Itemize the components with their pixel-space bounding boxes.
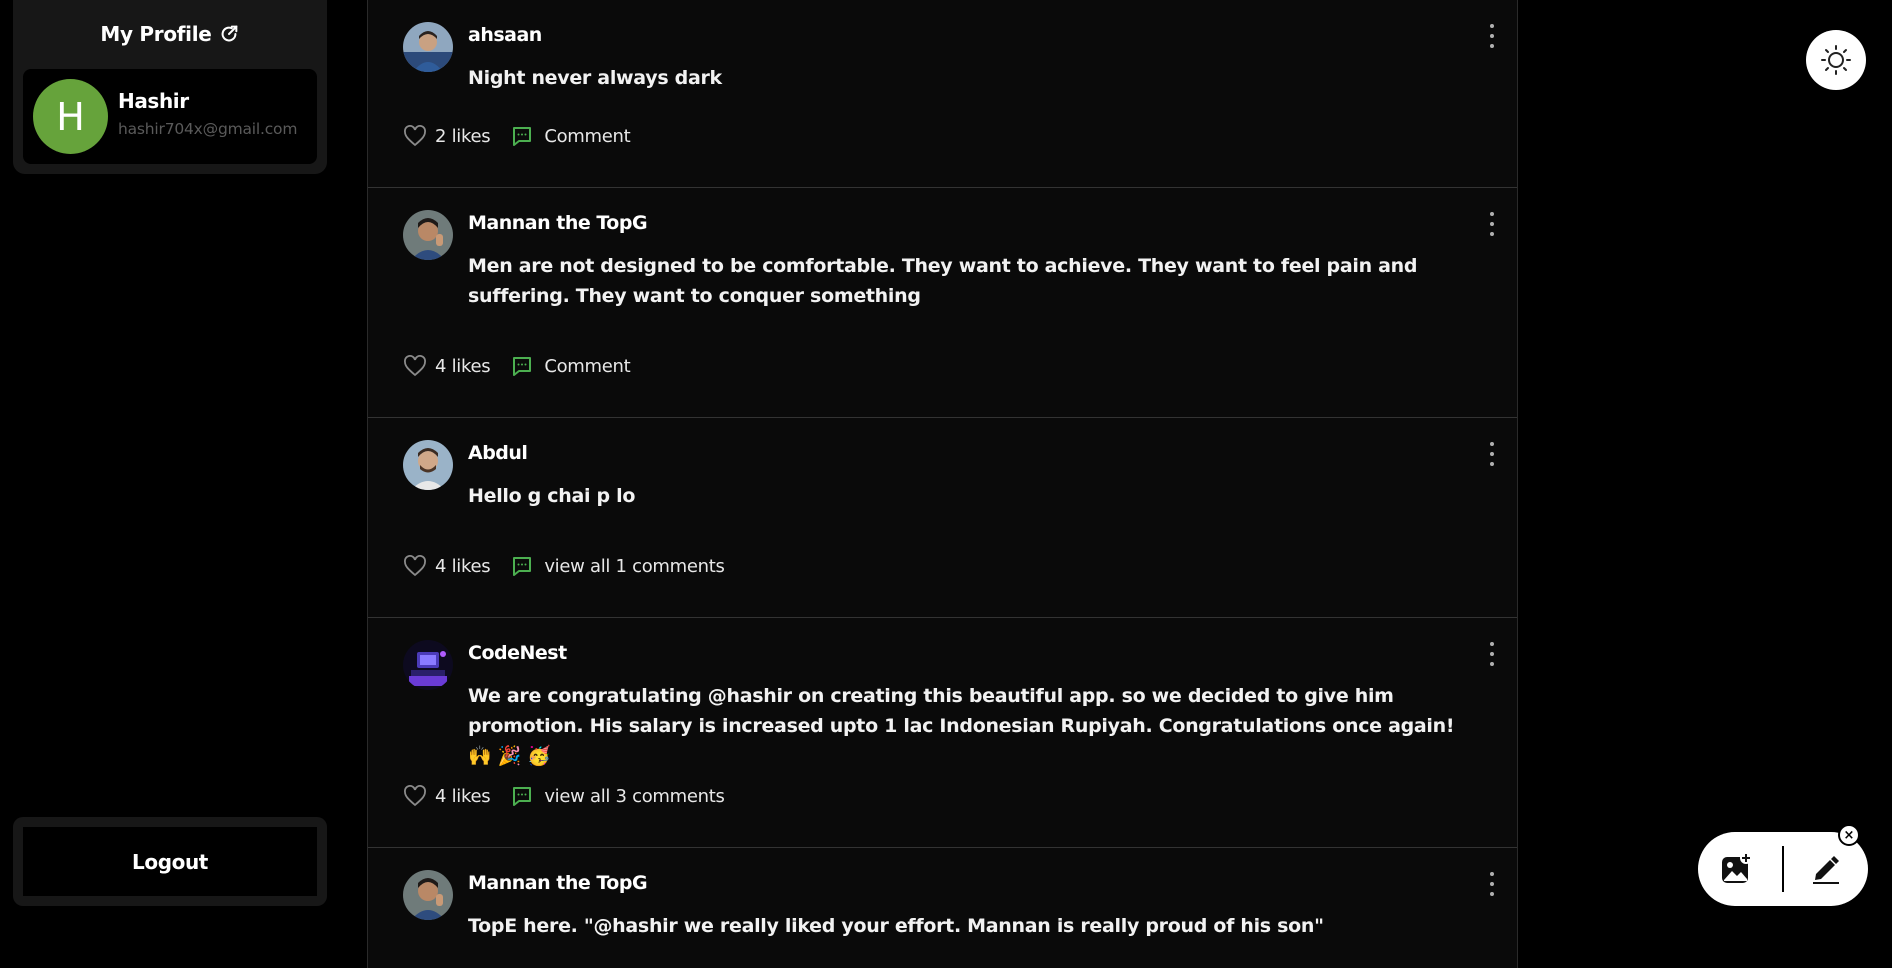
comment-icon <box>513 357 532 376</box>
heart-icon <box>404 355 426 377</box>
like-button[interactable]: 4 likes <box>403 355 491 377</box>
post-author-avatar[interactable] <box>403 22 453 72</box>
post-card: ahsaan Night never always dark 2 likes C… <box>368 0 1517 188</box>
my-profile-link[interactable]: My Profile <box>13 22 327 46</box>
post-author-avatar[interactable] <box>403 210 453 260</box>
post-feed[interactable]: ahsaan Night never always dark 2 likes C… <box>367 0 1518 968</box>
fab-divider <box>1782 846 1784 892</box>
more-vertical-icon[interactable] <box>1487 24 1497 48</box>
post-author[interactable]: Mannan the TopG <box>468 872 648 894</box>
comment-button[interactable]: Comment <box>510 124 631 148</box>
post-actions: 4 likes view all 3 comments <box>403 784 725 808</box>
profile-card: My Profile H Hashir hashir704x@gmail.com <box>13 0 327 174</box>
post-author-avatar[interactable] <box>403 870 453 920</box>
avatar: H <box>33 79 108 154</box>
like-count: 4 likes <box>435 785 491 807</box>
post-actions: 4 likes view all 1 comments <box>403 554 725 578</box>
comment-icon <box>513 787 532 806</box>
post-card: Mannan the TopG TopE here. "@hashir we r… <box>368 848 1517 968</box>
post-author[interactable]: CodeNest <box>468 642 567 664</box>
post-actions: 4 likes Comment <box>403 354 631 378</box>
logout-container: Logout <box>13 817 327 906</box>
comment-label: view all 1 comments <box>544 555 725 577</box>
like-button[interactable]: 2 likes <box>403 125 491 147</box>
like-count: 2 likes <box>435 125 491 147</box>
post-card: Abdul Hello g chai p lo 4 likes view all… <box>368 418 1517 618</box>
post-actions: 2 likes Comment <box>403 124 631 148</box>
like-button[interactable]: 4 likes <box>403 555 491 577</box>
profile-title: My Profile <box>100 22 212 46</box>
user-email: hashir704x@gmail.com <box>118 120 298 138</box>
post-text: Hello g chai p lo <box>468 485 636 507</box>
post-author[interactable]: Abdul <box>468 442 528 464</box>
more-vertical-icon[interactable] <box>1487 212 1497 236</box>
theme-toggle-button[interactable] <box>1806 30 1866 90</box>
post-card: Mannan the TopG Men are not designed to … <box>368 188 1517 418</box>
more-vertical-icon[interactable] <box>1487 872 1497 896</box>
post-text: We are congratulating @hashir on creatin… <box>468 685 1455 767</box>
comment-label: Comment <box>544 355 631 377</box>
like-count: 4 likes <box>435 355 491 377</box>
current-user[interactable]: H Hashir hashir704x@gmail.com <box>23 69 317 164</box>
pen-icon[interactable] <box>1808 850 1844 886</box>
post-text: TopE here. "@hashir we really liked your… <box>468 915 1324 937</box>
post-author[interactable]: Mannan the TopG <box>468 212 648 234</box>
heart-icon <box>404 785 426 807</box>
view-comments-button[interactable]: view all 3 comments <box>510 784 725 808</box>
view-comments-button[interactable]: view all 1 comments <box>510 554 725 578</box>
comment-label: Comment <box>544 125 631 147</box>
more-vertical-icon[interactable] <box>1487 442 1497 466</box>
heart-icon <box>404 555 426 577</box>
post-text: Men are not designed to be comfortable. … <box>468 255 1418 307</box>
post-card: CodeNest We are congratulating @hashir o… <box>368 618 1517 848</box>
post-author-avatar[interactable] <box>403 640 453 690</box>
comment-icon <box>513 557 532 576</box>
post-author-avatar[interactable] <box>403 440 453 490</box>
heart-icon <box>404 125 426 147</box>
logout-button[interactable]: Logout <box>23 827 317 896</box>
close-icon[interactable]: × <box>1838 824 1860 846</box>
comment-icon <box>513 127 532 146</box>
comment-label: view all 3 comments <box>544 785 725 807</box>
post-author[interactable]: ahsaan <box>468 24 542 46</box>
user-name: Hashir <box>118 89 189 113</box>
post-text: Night never always dark <box>468 67 722 89</box>
like-button[interactable]: 4 likes <box>403 785 491 807</box>
image-add-icon[interactable] <box>1720 852 1754 886</box>
like-count: 4 likes <box>435 555 491 577</box>
sun-icon <box>1821 45 1851 75</box>
more-vertical-icon[interactable] <box>1487 642 1497 666</box>
external-link-icon <box>218 23 240 45</box>
comment-button[interactable]: Comment <box>510 354 631 378</box>
